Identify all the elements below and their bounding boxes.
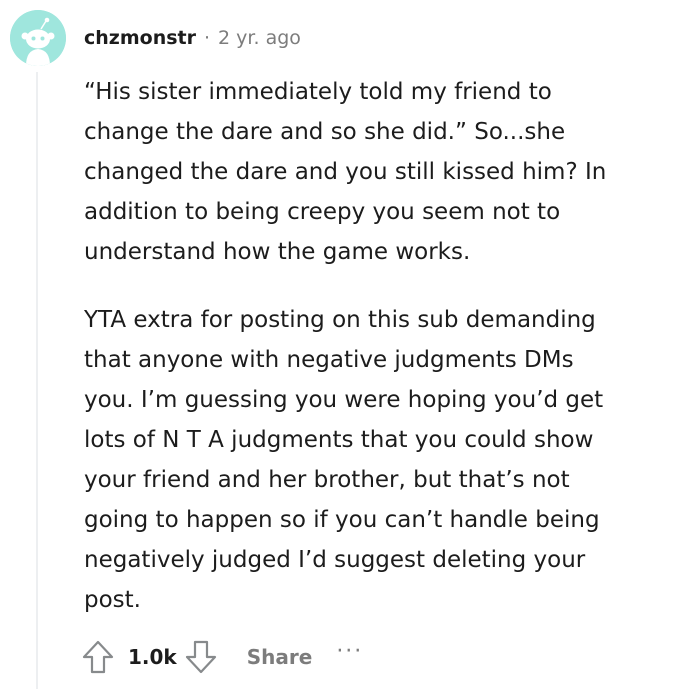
comment-paragraph: “His sister immediately told my friend t… xyxy=(84,79,607,265)
meta-separator: · xyxy=(204,27,211,49)
upvote-icon[interactable] xyxy=(80,637,116,677)
more-options-icon[interactable]: ··· xyxy=(336,639,363,664)
comment: chzmonstr · 2 yr. ago “His sister immedi… xyxy=(0,0,700,689)
comment-paragraph: YTA extra for posting on this sub demand… xyxy=(84,307,604,613)
vote-score: 1.0k xyxy=(128,645,177,669)
username[interactable]: chzmonstr xyxy=(84,27,196,49)
comment-meta: chzmonstr · 2 yr. ago xyxy=(84,24,301,52)
avatar[interactable] xyxy=(10,10,66,66)
snoo-avatar-icon xyxy=(10,10,66,66)
share-button[interactable]: Share xyxy=(247,645,313,669)
thread-line[interactable] xyxy=(36,72,38,689)
timestamp[interactable]: 2 yr. ago xyxy=(218,27,301,49)
downvote-icon[interactable] xyxy=(183,637,219,677)
comment-body: “His sister immediately told my friend t… xyxy=(84,72,674,620)
comment-actions: 1.0k Share ··· xyxy=(80,636,363,678)
